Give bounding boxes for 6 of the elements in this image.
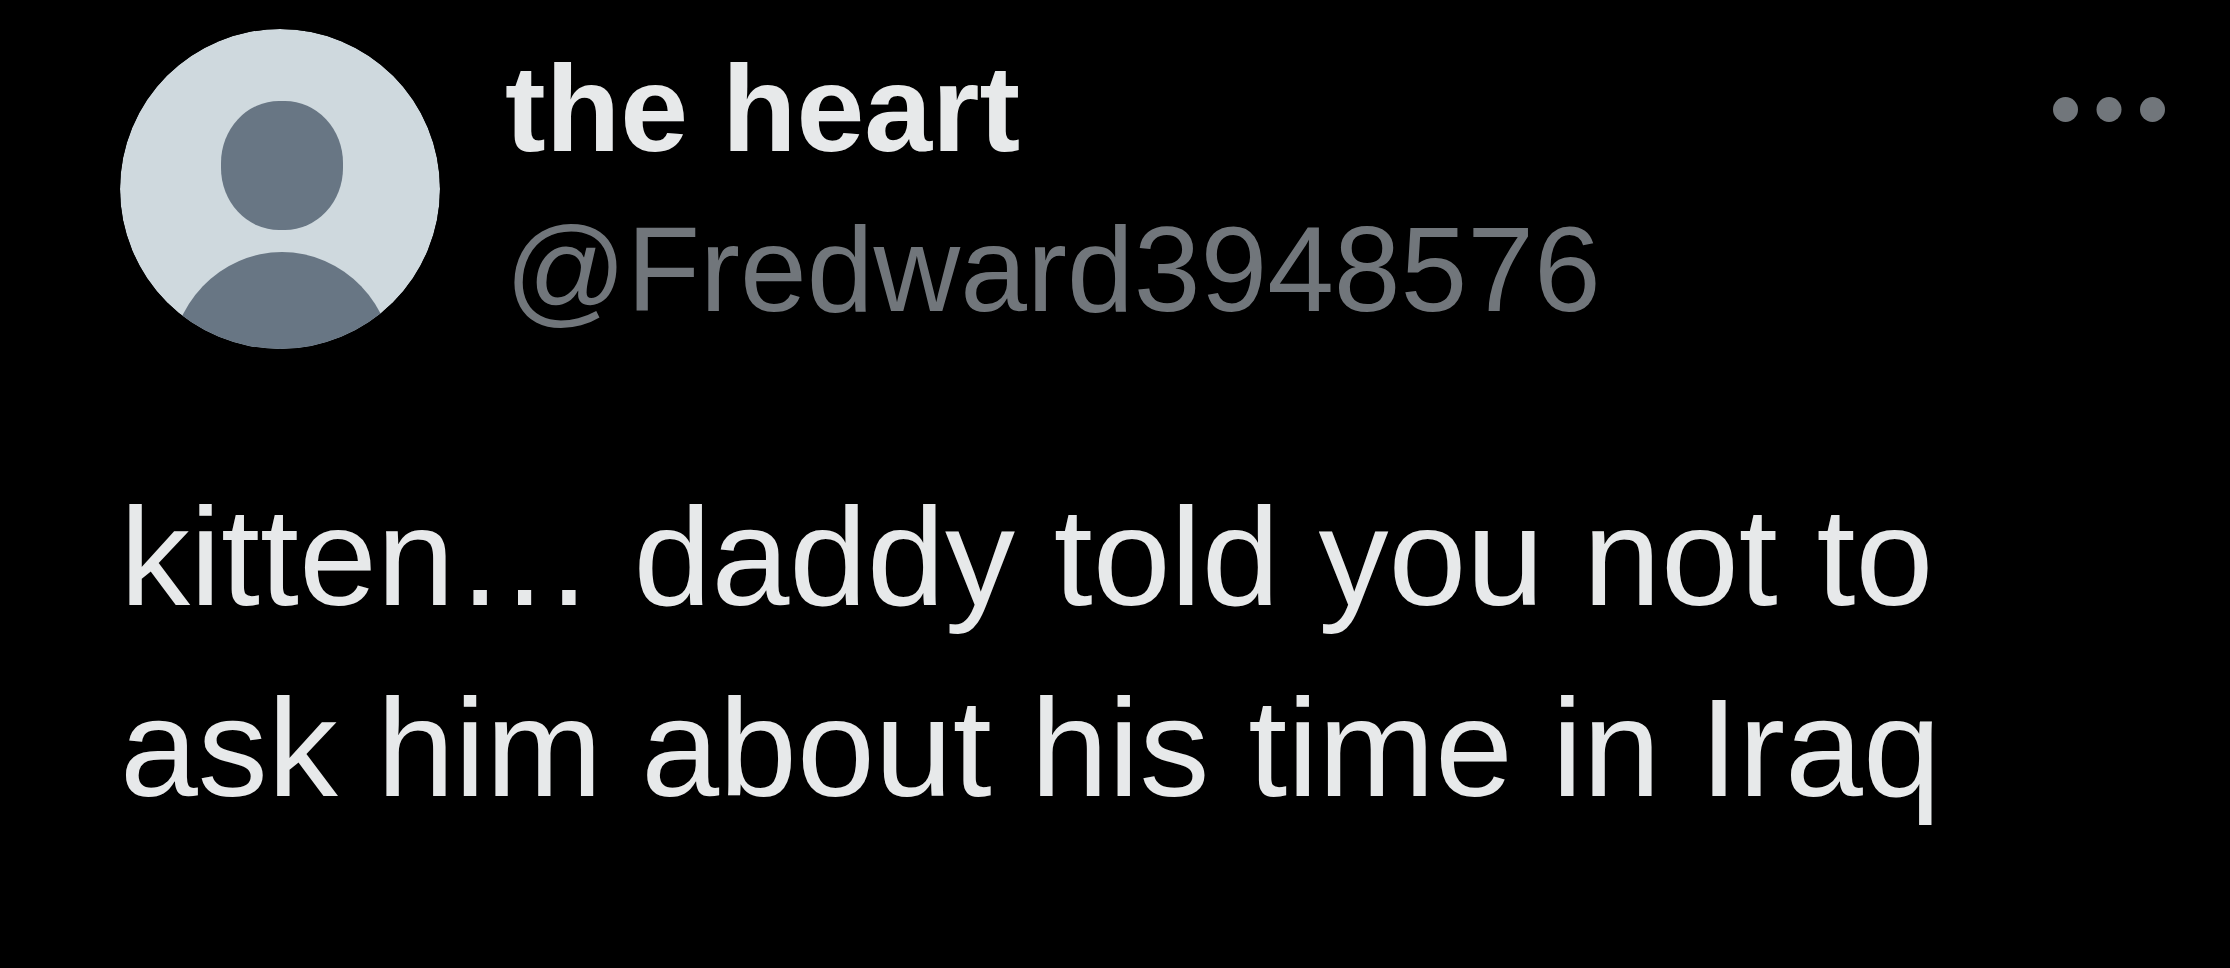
display-name: the heart <box>505 40 1022 179</box>
user-handle: @Fredward3948576 <box>505 201 1601 338</box>
more-button[interactable] <box>2053 97 2165 122</box>
more-icon <box>2053 97 2165 122</box>
tweet-text: kitten… daddy told you not to ask him about his time in Iraq <box>120 477 1942 828</box>
avatar-icon <box>120 29 440 349</box>
